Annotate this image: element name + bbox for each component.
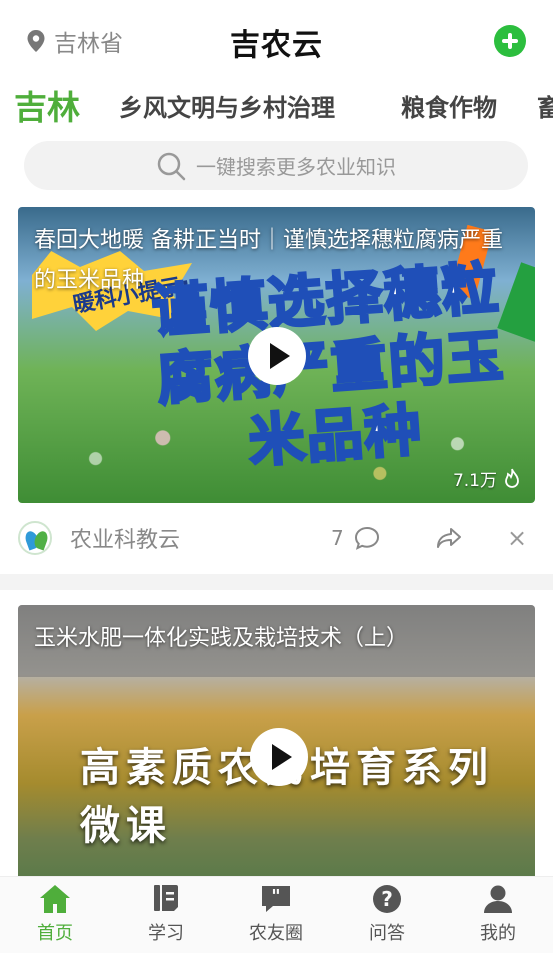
close-icon[interactable]: × bbox=[507, 524, 527, 552]
nav-label: 学习 bbox=[148, 923, 184, 944]
search-placeholder: 一键搜索更多农业知识 bbox=[196, 155, 396, 179]
nav-study[interactable]: 学习 bbox=[126, 883, 206, 951]
nav-label: 农友圈 bbox=[249, 923, 303, 944]
comment-bubble-icon bbox=[354, 526, 379, 550]
svg-text:": " bbox=[271, 886, 280, 907]
video-card[interactable]: 暖科小提示: 谨慎选择穗粒腐病严重的玉米品种 春回大地暖 备耕正当时｜谨慎选择穗… bbox=[18, 207, 535, 503]
nav-label: 首页 bbox=[37, 923, 73, 944]
video-title: 玉米水肥一体化实践及栽培技术（上） bbox=[34, 626, 409, 651]
top-bar: 吉林省 吉农云 bbox=[0, 0, 553, 80]
view-count-value: 7.1万 bbox=[452, 471, 497, 491]
user-icon bbox=[484, 885, 512, 913]
app-title: 吉农云 bbox=[230, 28, 323, 63]
bottom-nav: 首页 学习 " 农友圈 ? 问答 我的 bbox=[0, 876, 553, 953]
feed-divider bbox=[0, 574, 553, 590]
svg-text:?: ? bbox=[381, 887, 393, 911]
nav-community[interactable]: " 农友圈 bbox=[236, 883, 316, 951]
source-logo-icon[interactable] bbox=[18, 521, 52, 555]
view-count: 7.1万 bbox=[453, 466, 521, 491]
nav-qa[interactable]: ? 问答 bbox=[347, 883, 427, 951]
book-icon bbox=[154, 885, 178, 911]
comment-count: 7 bbox=[331, 526, 344, 550]
channel-tabs: 吉林 乡风文明与乡村治理 粮食作物 畜 bbox=[0, 84, 553, 132]
share-icon[interactable] bbox=[436, 526, 462, 550]
question-icon: ? bbox=[373, 885, 401, 913]
chat-quote-icon: " bbox=[262, 886, 290, 912]
nav-label: 我的 bbox=[480, 923, 516, 944]
video-title: 春回大地暖 备耕正当时｜谨慎选择穗粒腐病严重的玉米品种 bbox=[34, 228, 503, 293]
play-icon[interactable] bbox=[248, 327, 306, 385]
app-screen: 吉林省 吉农云 吉林 乡风文明与乡村治理 粮食作物 畜 一键搜索更多农业知识 暖… bbox=[0, 0, 553, 953]
comment-button[interactable]: 7 bbox=[331, 526, 380, 550]
home-icon bbox=[40, 885, 70, 913]
tab-rural-governance[interactable]: 乡风文明与乡村治理 bbox=[119, 84, 335, 132]
play-icon[interactable] bbox=[250, 728, 308, 786]
nav-home[interactable]: 首页 bbox=[15, 883, 95, 951]
search-icon bbox=[157, 152, 186, 180]
source-name[interactable]: 农业科教云 bbox=[70, 522, 180, 554]
tab-jilin[interactable]: 吉林 bbox=[14, 84, 80, 132]
nav-profile[interactable]: 我的 bbox=[458, 883, 538, 951]
flame-icon bbox=[505, 468, 519, 488]
add-plus-icon[interactable] bbox=[494, 25, 526, 57]
nav-label: 问答 bbox=[369, 923, 405, 944]
video-meta-row: 农业科教云 7 × bbox=[18, 510, 535, 566]
video-card[interactable]: 高素质农民培育系列微课 玉米水肥一体化实践及栽培技术（上） bbox=[18, 605, 535, 880]
tab-livestock[interactable]: 畜 bbox=[537, 84, 553, 132]
tab-grain-crops[interactable]: 粮食作物 bbox=[401, 84, 497, 132]
search-bar[interactable]: 一键搜索更多农业知识 bbox=[24, 141, 528, 190]
